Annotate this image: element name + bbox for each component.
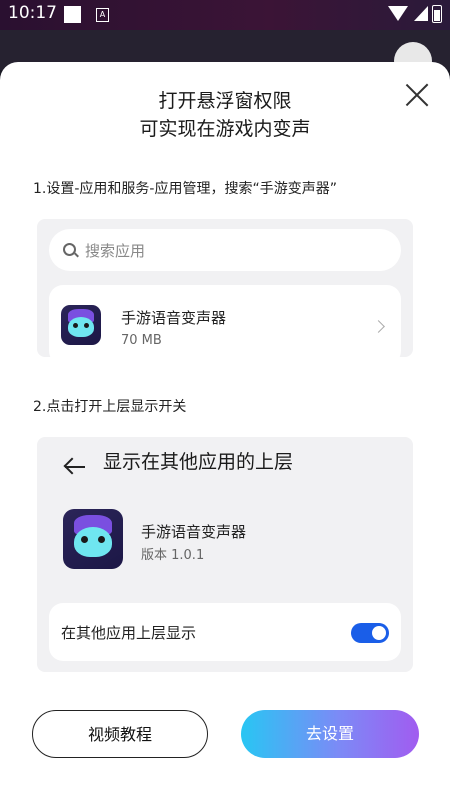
dialog-title-line1: 打开悬浮窗权限 (158, 90, 292, 112)
close-icon[interactable] (404, 82, 430, 108)
go-settings-button[interactable]: 去设置 (241, 710, 419, 758)
overlay-setting-illustration: 显示在其他应用的上层 手游语音变声器 版本 1.0.1 在其他应用上层显示 (37, 437, 413, 672)
status-bar: 10:17 A (0, 0, 450, 30)
notification-app-icon: A (96, 8, 109, 22)
app-name: 手游语音变声器 (121, 309, 227, 327)
dialog-title-line2: 可实现在游戏内变声 (139, 118, 311, 140)
toggle-label: 在其他应用上层显示 (61, 624, 197, 642)
back-arrow-icon (63, 457, 85, 477)
list-item-app: 手游语音变声器 70 MB (49, 285, 401, 357)
search-icon (63, 243, 76, 256)
step-2-instruction: 2.点击打开上层显示开关 (33, 399, 187, 415)
permission-dialog: 打开悬浮窗权限 可实现在游戏内变声 1.设置-应用和服务-应用管理，搜索“手游变… (0, 62, 450, 800)
battery-icon (432, 5, 442, 23)
chevron-right-icon (372, 320, 385, 333)
notification-square-icon (64, 6, 81, 23)
app-version: 版本 1.0.1 (141, 548, 205, 563)
search-input: 搜索应用 (49, 229, 401, 271)
step-1-instruction: 1.设置-应用和服务-应用管理，搜索“手游变声器” (33, 181, 337, 197)
settings-page-title: 显示在其他应用的上层 (103, 451, 294, 473)
app-size: 70 MB (121, 333, 162, 348)
app-search-illustration: 搜索应用 手游语音变声器 70 MB (37, 219, 413, 357)
wifi-icon (388, 6, 408, 21)
overlay-permission-row: 在其他应用上层显示 (49, 603, 401, 661)
app-name: 手游语音变声器 (141, 523, 247, 541)
overlay-toggle (351, 623, 389, 643)
search-placeholder: 搜索应用 (85, 242, 146, 260)
video-tutorial-button[interactable]: 视频教程 (32, 710, 208, 758)
status-time: 10:17 (8, 3, 57, 23)
app-icon-large (63, 509, 123, 569)
signal-icon (414, 6, 428, 21)
app-icon (61, 305, 101, 345)
